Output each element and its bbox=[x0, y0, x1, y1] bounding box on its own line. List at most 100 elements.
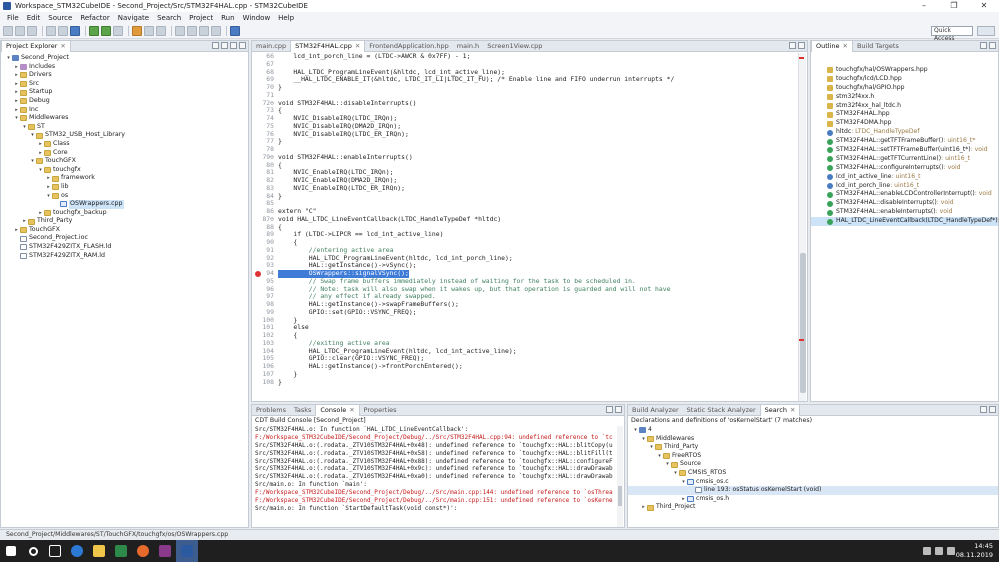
expand-arrow-icon[interactable]: ▸ bbox=[37, 140, 44, 149]
expand-arrow-icon[interactable]: ▾ bbox=[664, 460, 671, 469]
volume-icon[interactable] bbox=[935, 547, 943, 555]
expand-arrow-icon[interactable]: ▾ bbox=[37, 166, 44, 175]
next-annotation-icon[interactable] bbox=[175, 25, 185, 36]
start-button[interactable] bbox=[0, 540, 22, 562]
error-marker-icon[interactable] bbox=[255, 271, 261, 277]
expand-arrow-icon[interactable]: ▸ bbox=[640, 503, 647, 512]
taskbar-edge[interactable] bbox=[66, 540, 88, 562]
expand-arrow-icon[interactable]: ▾ bbox=[45, 192, 52, 201]
scrollbar-thumb[interactable] bbox=[618, 486, 622, 506]
build-hammer-icon[interactable] bbox=[46, 25, 56, 36]
expand-arrow-icon[interactable]: ▸ bbox=[13, 88, 20, 97]
outline-item[interactable]: HAL_LTDC_LineEventCallback(LTDC_HandleTy… bbox=[811, 217, 999, 227]
tab-search-0[interactable]: Build Analyzer bbox=[628, 405, 683, 416]
outline-item[interactable]: STM32F4HAL.hpp bbox=[811, 110, 998, 119]
tree-item[interactable]: ▸ Includes bbox=[1, 63, 248, 72]
expand-arrow-icon[interactable]: ▾ bbox=[656, 452, 663, 461]
minimize-icon[interactable] bbox=[980, 42, 987, 49]
search-icon[interactable] bbox=[144, 25, 154, 36]
minimize-button[interactable]: – bbox=[909, 0, 939, 12]
outline-item[interactable]: hltdc : LTDC_HandleTypeDef bbox=[811, 128, 998, 137]
close-icon[interactable]: ✕ bbox=[790, 406, 795, 414]
outline-item[interactable]: lcd_int_active_line : uint16_t bbox=[811, 173, 998, 182]
outline-item[interactable]: STM32F4HAL::getTFTFrameBuffer() : uint16… bbox=[811, 137, 998, 146]
quick-access-input[interactable]: Quick Access bbox=[931, 26, 973, 42]
search-result-item[interactable]: ▾ Middlewares bbox=[628, 435, 998, 444]
clock[interactable]: 14:45 08.11.2019 bbox=[956, 542, 993, 560]
tree-item[interactable]: STM32F429ZITX_FLASH.ld bbox=[1, 243, 248, 252]
search-result-item[interactable]: ▸ cmsis_os.h bbox=[628, 495, 998, 504]
back-arrow-icon[interactable] bbox=[199, 25, 209, 36]
tree-item[interactable]: ▾ os bbox=[1, 192, 248, 201]
minimize-icon[interactable] bbox=[606, 406, 613, 413]
outline-item[interactable]: STM32F4HAL::enableLCDControllerInterrupt… bbox=[811, 190, 998, 199]
expand-arrow-icon[interactable]: ▸ bbox=[37, 149, 44, 158]
outline-item[interactable]: STM32F4HAL::configureInterrupts() : void bbox=[811, 164, 998, 173]
search-result-item[interactable]: ▾ cmsis_os.c bbox=[628, 478, 998, 487]
tree-item[interactable]: ▸ Inc bbox=[1, 106, 248, 115]
tree-item[interactable]: ▸ Class bbox=[1, 140, 248, 149]
error-overview-marker[interactable] bbox=[799, 57, 804, 59]
tree-item[interactable]: ▸ Drivers bbox=[1, 71, 248, 80]
expand-arrow-icon[interactable]: ▸ bbox=[37, 209, 44, 218]
minimize-icon[interactable] bbox=[980, 406, 987, 413]
collapse-all-icon[interactable] bbox=[212, 42, 219, 49]
minimize-icon[interactable] bbox=[789, 42, 796, 49]
tab-console-0[interactable]: Problems bbox=[252, 405, 290, 416]
maximize-icon[interactable] bbox=[989, 42, 996, 49]
tab-editor-3[interactable]: main.h bbox=[453, 41, 483, 52]
tab-search-2[interactable]: Search ✕ bbox=[759, 404, 801, 416]
close-icon[interactable]: ✕ bbox=[349, 406, 354, 414]
tab-outline-0[interactable]: Outline ✕ bbox=[811, 40, 853, 52]
tab-editor-1[interactable]: STM32F4HAL.cpp ✕ bbox=[290, 40, 366, 52]
taskbar-terminal[interactable] bbox=[110, 540, 132, 562]
expand-arrow-icon[interactable]: ▾ bbox=[648, 443, 655, 452]
tree-item[interactable]: ▸ Src bbox=[1, 80, 248, 89]
expand-arrow-icon[interactable]: ▾ bbox=[632, 426, 639, 435]
menu-window[interactable]: Window bbox=[239, 14, 275, 22]
previous-annotation-icon[interactable] bbox=[187, 25, 197, 36]
search-result-item[interactable]: ▾ 4 bbox=[628, 426, 998, 435]
menu-search[interactable]: Search bbox=[153, 14, 185, 22]
tree-item[interactable]: ▸ Third_Party bbox=[1, 217, 248, 226]
expand-arrow-icon[interactable]: ▾ bbox=[672, 469, 679, 478]
taskbar-explorer[interactable] bbox=[88, 540, 110, 562]
taskbar-firefox[interactable] bbox=[132, 540, 154, 562]
error-overview-marker[interactable] bbox=[799, 339, 804, 341]
save-icon[interactable] bbox=[15, 25, 25, 36]
maximize-button[interactable]: ❐ bbox=[939, 0, 969, 12]
outline-item[interactable]: STM32F4HAL::setTFTFrameBuffer(uint16_t*)… bbox=[811, 146, 998, 155]
tree-item[interactable]: ▸ Startup bbox=[1, 88, 248, 97]
outline-item[interactable]: touchgfx/hal/GPIO.hpp bbox=[811, 84, 998, 93]
build-all-icon[interactable] bbox=[58, 25, 68, 36]
expand-arrow-icon[interactable]: ▸ bbox=[680, 495, 687, 504]
language-icon[interactable] bbox=[947, 547, 955, 555]
close-icon[interactable]: ✕ bbox=[843, 42, 848, 50]
menu-project[interactable]: Project bbox=[185, 14, 217, 22]
search-result-item[interactable]: ▸ Third_Project bbox=[628, 503, 998, 512]
tree-item[interactable]: ▾ touchgfx bbox=[1, 166, 248, 175]
tree-item[interactable]: ▾ STM32_USB_Host_Library bbox=[1, 131, 248, 140]
tree-item[interactable]: Second_Project.ioc bbox=[1, 234, 248, 243]
outline-item[interactable]: STM32F4HAL::enableInterrupts() : void bbox=[811, 208, 998, 217]
debug-bug-icon[interactable] bbox=[89, 25, 99, 36]
close-icon[interactable]: ✕ bbox=[355, 42, 360, 50]
task-view-button[interactable] bbox=[44, 540, 66, 562]
menu-source[interactable]: Source bbox=[44, 14, 76, 22]
new-file-icon[interactable] bbox=[3, 25, 13, 36]
menu-refactor[interactable]: Refactor bbox=[76, 14, 113, 22]
expand-arrow-icon[interactable]: ▸ bbox=[21, 217, 28, 226]
outline-item[interactable]: STM32F4HAL::disableInterrupts() : void bbox=[811, 199, 998, 208]
tab-console-1[interactable]: Tasks bbox=[290, 405, 315, 416]
link-editor-icon[interactable] bbox=[221, 42, 228, 49]
outline-item[interactable]: touchgfx/lcd/LCD.hpp bbox=[811, 75, 998, 84]
outline-item[interactable]: touchgfx/hal/OSWrappers.hpp bbox=[811, 66, 998, 75]
save-all-icon[interactable] bbox=[27, 25, 37, 36]
expand-arrow-icon[interactable]: ▾ bbox=[13, 114, 20, 123]
search-result-item[interactable]: line 193: osStatus osKernelStart (void) bbox=[628, 486, 998, 495]
expand-arrow-icon[interactable]: ▸ bbox=[13, 63, 20, 72]
expand-arrow-icon[interactable]: ▸ bbox=[45, 183, 52, 192]
tab-search-1[interactable]: Static Stack Analyzer bbox=[683, 405, 760, 416]
forward-arrow-icon[interactable] bbox=[211, 25, 221, 36]
toggle-mark-icon[interactable] bbox=[156, 25, 166, 36]
